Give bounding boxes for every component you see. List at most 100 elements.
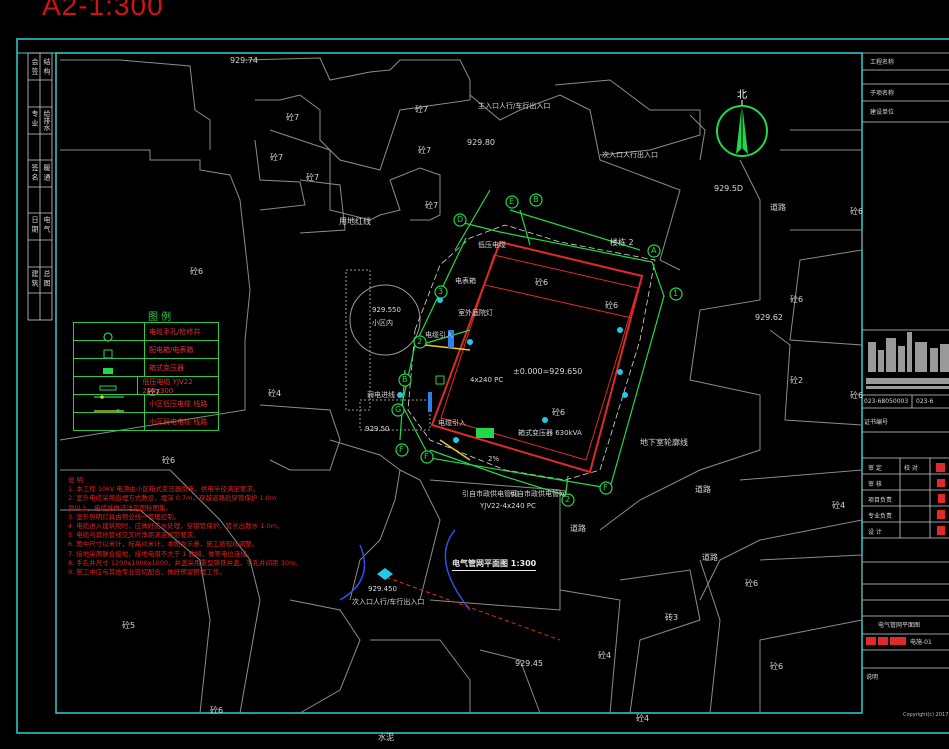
legend-row: 小区弱电电缆 线路 (74, 412, 218, 430)
axis-top-0: A (651, 246, 657, 255)
side-table-4: 建 筑 (31, 270, 39, 287)
bldg-label-21: 砼4 (636, 714, 650, 723)
label-weak: 弱电进线 (367, 391, 395, 399)
bldg-label-25: 砼2 (790, 376, 804, 385)
note-line: 6. 图中尺寸以米计，标高以米计，本图为示意，施工按现场调整。 (68, 540, 259, 549)
note-line: 说 明 (68, 476, 84, 484)
axis-left-0: E (509, 197, 515, 206)
axis-left-5: G (395, 405, 402, 414)
elev-top-road: 929.80 (467, 138, 495, 147)
bldg-label-7: 砼6 (190, 267, 204, 276)
road-label-4: 道路 (702, 553, 718, 562)
elev-sw: 929.50 (365, 425, 390, 433)
axis-right-1: 1 (673, 289, 679, 298)
copyright: Copyright(c) 2017 (903, 712, 949, 718)
north-arrow-icon (716, 100, 768, 157)
legend-label: 箱式变压器 (149, 363, 184, 372)
bldg-label-17: 砼6 (850, 207, 864, 216)
label-outdoor-lamp: 室外庭院灯 (458, 309, 493, 317)
note-line: 9. 施工中应与其他专业密切配合，做好预留预埋工作。 (68, 568, 226, 577)
legend-label: 小区低压电缆 线路 (149, 399, 208, 408)
bldg-label-10: 砼6 (552, 408, 566, 417)
tb-role-0: 审 定 (868, 465, 882, 472)
label-fire-line: 用地红线 (339, 217, 371, 226)
bldg-label-23: 砖3 (665, 613, 679, 622)
tb-role-1: 审 核 (868, 481, 882, 488)
elev-center: ±0.000=929.650 (513, 367, 583, 376)
axis-left-7: F (424, 452, 429, 461)
side-table-9: 总 图 (43, 270, 51, 287)
axis-left-6: F (399, 445, 404, 454)
note-line: 3. 室外照明灯具由物业统一管理控制。 (68, 512, 181, 521)
road-label-1: 道路 (770, 203, 786, 212)
bldg-label-18: 砼6 (850, 391, 864, 400)
tb-sheet-name: 电气管网平面图 (878, 622, 921, 629)
axis-left-4: B (402, 375, 408, 384)
axis-bottom-1: 2 (565, 495, 571, 504)
legend-label: 电缆手孔/检修井 (149, 327, 201, 336)
tb-role-3: 专业负责 (868, 513, 893, 520)
tb-sheet-no: 电施-01 (910, 639, 932, 646)
tb-phone-2: 023-6 (916, 398, 934, 405)
tb-role-4: 设 计 (868, 529, 882, 536)
axis-left-2: 3 (438, 287, 444, 296)
axis-left-1: D (457, 215, 464, 224)
side-table-1: 专 业 (31, 110, 39, 127)
label-transformer-cap: 4x240 PC (470, 376, 504, 384)
label-slope: 2% (488, 455, 500, 463)
tb-role-5: 校 对 (904, 465, 918, 472)
design-notes: 说 明 1. 本工程 10kV 电源由小区箱式变压器引来，供电半径满足要求。 2… (68, 476, 368, 577)
side-table-8: 电 气 (43, 216, 51, 233)
bldg-label-8: 砼6 (790, 295, 804, 304)
side-table-2: 签 名 (31, 164, 39, 181)
sheet-no-stamp (866, 637, 876, 645)
legend-row: 小区低压电缆 线路 (74, 394, 218, 412)
bldg-label-24: 砼6 (162, 456, 176, 465)
legend-label: 小区弱电电缆 线路 (149, 417, 208, 426)
side-table-0: 会 签 (31, 58, 39, 75)
bldg-label-3: 砼7 (270, 153, 284, 162)
north-label: 北 (737, 90, 747, 101)
note-line: 2. 室外电缆采用直埋方式敷设，埋深 0.7m，穿越道路处穿管保护 1.0m (68, 494, 277, 503)
note-line: 7. 接地采用联合接地，接地电阻不大于 1 欧姆，做等电位连接。 (68, 549, 254, 558)
tb-notes-hdr: 说明 (866, 674, 879, 681)
side-table-5: 结 构 (43, 58, 51, 75)
label-cable: YJV22-4x240 PC (480, 502, 536, 510)
note-line: 8. 手孔井尺寸 1200x1000x1000，井盖采用重型铸铁井盖，手孔井间距… (68, 558, 302, 567)
elev-bottom: 929.45 (515, 659, 543, 668)
note-line: 及以上，电缆井做法详见国标图集。 (68, 503, 172, 512)
label-feeder: 低压电缆 (478, 241, 506, 249)
bldg-label-11: 砼6 (535, 278, 549, 287)
legend-label: 低压电缆 YJV22 200x300 (142, 377, 193, 395)
side-table-3: 日 期 (31, 216, 39, 233)
plan-title: 电气管网平面图 1:300 (452, 558, 537, 571)
label-underground: 地下室轮廓线 (640, 438, 688, 447)
label-power-in-2: 电缆引入 (438, 419, 466, 427)
elev-gate: 929.450 (368, 585, 397, 593)
bldg-label-22: 砼6 (770, 662, 784, 671)
legend-row: 箱式变压器 (74, 358, 218, 376)
bldg-label-12: 砼5 (122, 621, 136, 630)
bldg-label-9: 砼6 (605, 301, 619, 310)
tb-phone: 023-68050003 (864, 398, 909, 405)
elev-right-mid: 929.62 (755, 313, 783, 322)
note-line: 4. 电缆进入建筑物时，应做好防水处理，穿钢管保护，管长出散水 1.0m。 (68, 522, 284, 531)
side-table-6: 给排水 (43, 110, 51, 131)
company-logo (866, 332, 949, 389)
elev-right-upper: 929.5D (714, 184, 744, 193)
label-power-in: 电缆引入 (425, 331, 453, 339)
legend-row: 电缆手孔/检修井 (74, 323, 218, 340)
tb-header-1: 子项名称 (870, 90, 895, 97)
tb-role-2: 项目负责 (868, 497, 893, 504)
bldg-label-1: 砼7 (286, 113, 300, 122)
bldg-label-6: 砼7 (425, 201, 439, 210)
tb-cert: 证书编号 (864, 419, 889, 426)
label-transformer: 箱式变压器 630kVA (518, 429, 582, 437)
label-area: 小区内 (372, 319, 393, 327)
legend-row: 低压电缆 YJV22 200x300 (74, 376, 218, 395)
bldg-label-4: 砼7 (306, 173, 320, 182)
legend-title: 图 例 (148, 312, 172, 323)
tb-header-2: 建设单位 (870, 109, 895, 116)
bldg-label-5: 砼7 (418, 146, 432, 155)
legend-table: 电缆手孔/检修井 配电箱/电表箱 箱式变压器 低压电缆 YJV22 200x30… (73, 322, 219, 431)
